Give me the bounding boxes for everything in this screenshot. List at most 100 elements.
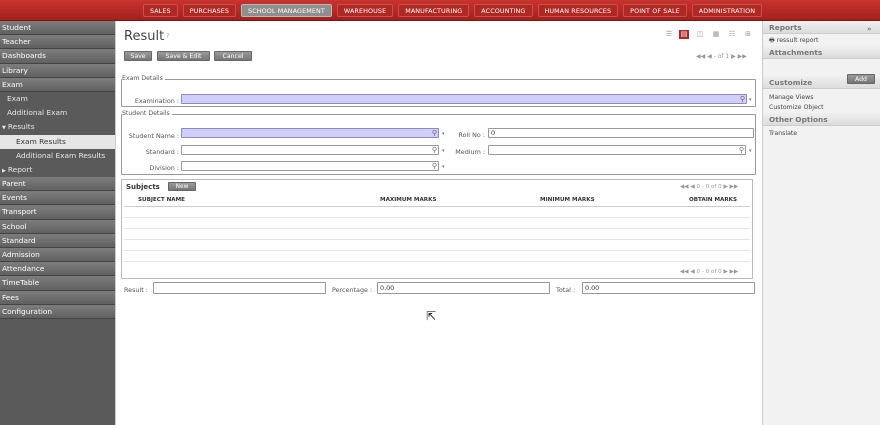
percentage-field[interactable]: 0.00 xyxy=(377,282,550,294)
total-field[interactable]: 0.00 xyxy=(582,282,755,294)
exam-details-fieldset: Exam Details Examination : ⚲ ▾ xyxy=(121,75,756,107)
nav-sales[interactable]: SALES xyxy=(143,4,178,17)
sidebar-item-school[interactable]: School xyxy=(0,219,115,234)
sidebar-item-transport[interactable]: Transport xyxy=(0,205,115,220)
sidebar-item-exam[interactable]: Exam xyxy=(0,77,115,92)
sidebar-item-timetable[interactable]: TimeTable xyxy=(0,276,115,291)
sidebar-item-results[interactable]: ▼ Results xyxy=(0,120,115,135)
nav-point-of-sale[interactable]: POINT OF SALE xyxy=(623,4,687,17)
attachments-header: Attachments xyxy=(763,46,880,59)
table-row xyxy=(124,250,750,251)
sidebar-item-exam-sub[interactable]: Exam xyxy=(0,91,115,107)
report-link[interactable]: 🖶 ressult report xyxy=(763,36,880,46)
right-sidebar: Reports » 🖶 ressult report Attachments Ad… xyxy=(762,21,880,425)
examination-field[interactable]: ⚲ xyxy=(181,94,747,104)
table-row xyxy=(124,217,750,218)
chevron-down-icon[interactable]: ▾ xyxy=(749,148,752,154)
nav-administration[interactable]: ADMINISTRATION xyxy=(691,4,763,17)
sidebar-item-dashboards[interactable]: Dashboards xyxy=(0,49,115,64)
nav-human-resources[interactable]: HUMAN RESOURCES xyxy=(537,4,619,17)
sidebar-item-parent[interactable]: Parent xyxy=(0,177,115,192)
top-nav: SALES PURCHASES SCHOOL MANAGEMENT WAREHO… xyxy=(143,4,763,17)
collapsed-arrow-icon: ▶ xyxy=(2,167,6,174)
header-divider xyxy=(124,206,750,207)
sidebar-item-additional-exam[interactable]: Additional Exam xyxy=(0,106,115,121)
search-icon[interactable]: ⚲ xyxy=(740,95,745,104)
nav-warehouse[interactable]: WAREHOUSE xyxy=(336,4,394,17)
sidebar-item-report[interactable]: ▶ Report xyxy=(0,162,115,178)
subjects-grid: Subjects New ◀◀ ◀ 0 - 0 of 0 ▶ ▶▶ SUBJEC… xyxy=(121,179,753,279)
nav-school-management[interactable]: SCHOOL MANAGEMENT xyxy=(241,4,332,17)
result-field[interactable] xyxy=(153,282,326,294)
roll-no-label: Roll No : xyxy=(458,131,485,139)
chevron-down-icon[interactable]: ▾ xyxy=(442,164,445,170)
save-button[interactable]: Save xyxy=(124,51,152,61)
column-maximum-marks[interactable]: MAXIMUM MARKS xyxy=(380,197,436,203)
student-details-fieldset: Student Details Student Name : ⚲ ▾ Roll … xyxy=(121,110,756,175)
subjects-title: Subjects xyxy=(126,183,160,191)
total-label: Total : xyxy=(556,286,576,294)
save-edit-button[interactable]: Save & Edit xyxy=(157,51,210,61)
sidebar-item-exam-results[interactable]: Exam Results xyxy=(0,134,115,149)
search-icon[interactable]: ⚲ xyxy=(432,146,437,155)
help-icon[interactable]: ? xyxy=(166,33,169,40)
record-pager[interactable]: ◀◀ ◀ - of 1 ▶ ▶▶ xyxy=(696,53,747,60)
sidebar-item-configuration[interactable]: Configuration xyxy=(0,304,115,319)
calendar-view-icon[interactable]: ▦ xyxy=(711,30,721,39)
manage-views-link[interactable]: Manage Views xyxy=(763,93,880,103)
standard-field[interactable]: ⚲ xyxy=(181,145,439,155)
printer-icon: 🖶 xyxy=(769,37,775,44)
new-subject-button[interactable]: New xyxy=(168,182,196,191)
main-content: Result? ☰ ▤ ◫ ▦ ☷ ⊞ Save Save & Edit Can… xyxy=(115,21,762,425)
grid-view-icon[interactable]: ⊞ xyxy=(743,30,753,39)
sidebar: Student Teacher Dashboards Library Exam … xyxy=(0,21,115,425)
customize-object-link[interactable]: Customize Object xyxy=(763,103,880,113)
expanded-arrow-icon: ▼ xyxy=(2,125,6,132)
top-menu-bar: SALES PURCHASES SCHOOL MANAGEMENT WAREHO… xyxy=(0,0,880,21)
gantt-view-icon[interactable]: ☷ xyxy=(727,30,737,39)
sidebar-item-attendance[interactable]: Attendance xyxy=(0,262,115,277)
sidebar-item-student[interactable]: Student xyxy=(0,21,115,36)
nav-manufacturing[interactable]: MANUFACTURING xyxy=(398,4,470,17)
result-label: Result : xyxy=(124,286,148,294)
subjects-pager-top[interactable]: ◀◀ ◀ 0 - 0 of 0 ▶ ▶▶ xyxy=(680,184,738,190)
sidebar-item-standard[interactable]: Standard xyxy=(0,233,115,248)
chevron-down-icon[interactable]: ▾ xyxy=(442,148,445,154)
subjects-pager-bottom[interactable]: ◀◀ ◀ 0 - 0 of 0 ▶ ▶▶ xyxy=(680,269,738,275)
sidebar-item-events[interactable]: Events xyxy=(0,191,115,206)
collapse-icon[interactable]: » xyxy=(867,23,872,36)
column-subject-name[interactable]: SUBJECT NAME xyxy=(138,197,185,203)
nav-purchases[interactable]: PURCHASES xyxy=(182,4,237,17)
roll-no-field[interactable]: 0 xyxy=(488,128,754,138)
column-obtain-marks[interactable]: OBTAIN MARKS xyxy=(689,197,737,203)
percentage-label: Percentage : xyxy=(332,286,373,294)
chevron-down-icon[interactable]: ▾ xyxy=(749,97,752,103)
division-label: Division : xyxy=(149,164,179,172)
examination-label: Examination : xyxy=(134,97,179,105)
other-options-header: Other Options xyxy=(763,113,880,126)
search-icon[interactable]: ⚲ xyxy=(432,129,437,138)
add-attachment-button[interactable]: Add xyxy=(847,74,875,84)
division-field[interactable]: ⚲ xyxy=(181,161,439,171)
form-view-icon[interactable]: ▤ xyxy=(679,30,689,39)
sidebar-item-library[interactable]: Library xyxy=(0,63,115,78)
nav-accounting[interactable]: ACCOUNTING xyxy=(474,4,533,17)
column-minimum-marks[interactable]: MINIMUM MARKS xyxy=(540,197,595,203)
chevron-down-icon[interactable]: ▾ xyxy=(442,131,445,137)
medium-field[interactable]: ⚲ xyxy=(488,145,746,155)
sidebar-item-admission[interactable]: Admission xyxy=(0,248,115,263)
cancel-button[interactable]: Cancel xyxy=(214,51,252,61)
sidebar-item-teacher[interactable]: Teacher xyxy=(0,35,115,50)
table-row xyxy=(124,239,750,240)
list-view-icon[interactable]: ☰ xyxy=(664,30,674,39)
student-name-field[interactable]: ⚲ xyxy=(181,128,439,138)
sidebar-item-fees[interactable]: Fees xyxy=(0,290,115,305)
mouse-cursor-icon: ⇱ xyxy=(426,309,437,323)
translate-link[interactable]: Translate xyxy=(763,129,880,139)
search-icon[interactable]: ⚲ xyxy=(432,162,437,171)
page-title-text: Result xyxy=(124,29,165,44)
student-name-label: Student Name : xyxy=(128,132,179,140)
search-icon[interactable]: ⚲ xyxy=(739,146,744,155)
graph-view-icon[interactable]: ◫ xyxy=(695,30,705,39)
sidebar-item-additional-exam-results[interactable]: Additional Exam Results xyxy=(0,148,115,163)
